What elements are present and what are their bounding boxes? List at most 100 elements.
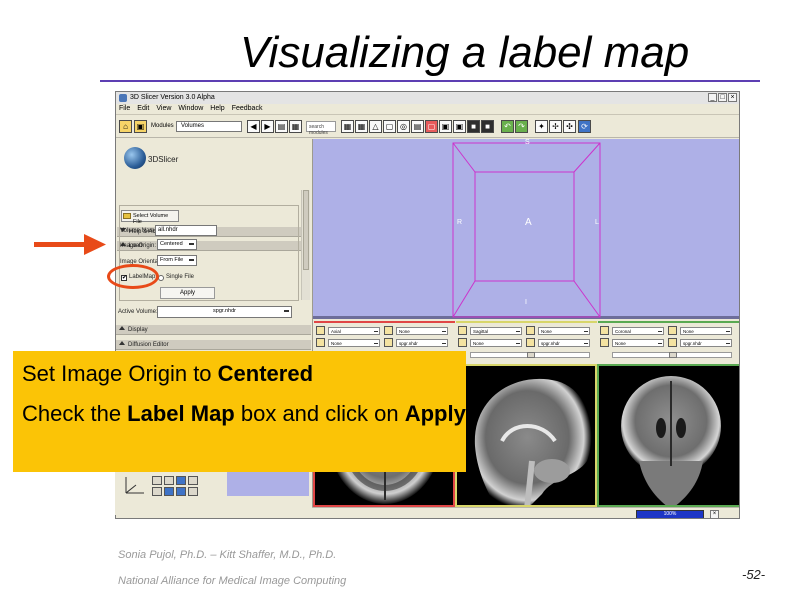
3d-view[interactable]: S R A L I [313, 139, 739, 319]
slice-visible-icon[interactable] [458, 338, 467, 347]
slice-view-sagittal[interactable] [455, 364, 597, 507]
search-modules-input[interactable]: search modules [306, 121, 336, 136]
mini-3d-thumbnail [227, 472, 309, 496]
bg-link-icon[interactable] [526, 338, 535, 347]
label-combo[interactable]: spgr.nhdr [396, 339, 448, 347]
view-icon[interactable] [164, 487, 174, 496]
view-icon[interactable] [176, 487, 186, 496]
slice-view-coronal[interactable] [597, 364, 739, 507]
volume-name-input[interactable]: all.nhdr [155, 225, 217, 236]
orientation-combo[interactable]: Sagittal [470, 327, 522, 335]
foreground-combo[interactable]: None [680, 327, 732, 335]
menu-edit[interactable]: Edit [137, 105, 149, 114]
undo-icon[interactable]: ↶ [501, 120, 514, 133]
layout-compare-icon[interactable]: ◎ [397, 120, 410, 133]
layout-red-icon[interactable]: ▤ [411, 120, 424, 133]
image-orientation-select[interactable]: From File [157, 255, 197, 266]
footer-organization: National Alliance for Medical Image Comp… [118, 575, 347, 587]
menu-feedback[interactable]: Feedback [232, 105, 263, 114]
slice-color-strip [314, 321, 455, 323]
instruction-line-2: Check the Label Map box and click on App… [22, 401, 466, 427]
view-icon[interactable] [188, 487, 198, 496]
orientation-combo[interactable]: Coronal [612, 327, 664, 335]
footer-authors: Sonia Pujol, Ph.D. – Kitt Shaffer, M.D.,… [118, 549, 337, 561]
modules-select[interactable]: Volumes [176, 121, 242, 132]
foreground-combo[interactable]: None [396, 327, 448, 335]
save-icon[interactable]: ▣ [134, 120, 147, 133]
menu-window[interactable]: Window [178, 105, 203, 114]
menu-file[interactable]: File [119, 105, 130, 114]
status-close-icon[interactable]: × [710, 510, 719, 518]
layout-tabbed-icon[interactable]: ■ [481, 120, 494, 133]
label-combo[interactable]: spgr.nhdr [538, 339, 590, 347]
scrollbar-thumb[interactable] [303, 190, 309, 270]
mouse-place-icon[interactable]: ✣ [563, 120, 576, 133]
modules-label: Modules [151, 123, 174, 129]
slice-color-strip [456, 321, 597, 323]
minimize-button[interactable]: _ [708, 93, 717, 102]
foreground-combo[interactable]: None [538, 327, 590, 335]
layout-3d-icon[interactable]: △ [369, 120, 382, 133]
label-combo[interactable]: spgr.nhdr [680, 339, 732, 347]
slice-offset-slider[interactable] [470, 352, 590, 358]
slice-pin-icon[interactable] [316, 326, 325, 335]
module-history-icon[interactable]: ▦ [289, 120, 302, 133]
sagittal-mri-image [474, 378, 592, 505]
page-number: -52- [742, 567, 766, 582]
layout-yellow-icon[interactable]: ▣ [439, 120, 452, 133]
module-list-icon[interactable]: ▤ [275, 120, 288, 133]
slice-pin-icon[interactable] [600, 326, 609, 335]
slice-visible-icon[interactable] [316, 338, 325, 347]
expand-triangle-icon [119, 341, 125, 345]
view-icon[interactable] [176, 476, 186, 485]
close-button[interactable]: × [728, 93, 737, 102]
active-volume-select[interactable]: spgr.nhdr [157, 306, 292, 318]
layout-fourup-icon[interactable]: ▦ [355, 120, 368, 133]
fg-link-icon[interactable] [526, 326, 535, 335]
layout-dark-icon[interactable]: ■ [467, 120, 480, 133]
progress-bar: 100% [636, 510, 704, 518]
forward-arrow-icon[interactable]: ▶ [261, 120, 274, 133]
slice-pin-icon[interactable] [458, 326, 467, 335]
orientation-combo[interactable]: Axial [328, 327, 380, 335]
panel-scrollbar[interactable] [301, 190, 310, 300]
back-arrow-icon[interactable]: ◀ [247, 120, 260, 133]
view-icon[interactable] [152, 487, 162, 496]
bg-link-icon[interactable] [668, 338, 677, 347]
background-combo[interactable]: None [470, 339, 522, 347]
slice-offset-slider[interactable] [612, 352, 732, 358]
fg-link-icon[interactable] [668, 326, 677, 335]
image-origin-select[interactable]: Centered [157, 239, 197, 250]
mouse-pick-icon[interactable]: ✦ [535, 120, 548, 133]
bg-link-icon[interactable] [384, 338, 393, 347]
orientation-axes-icon [125, 477, 144, 494]
layout-green-icon[interactable]: ▣ [453, 120, 466, 133]
home-icon[interactable]: ⌂ [119, 120, 132, 133]
fg-link-icon[interactable] [384, 326, 393, 335]
slicer-logo-icon [124, 147, 146, 169]
expand-triangle-icon [119, 326, 125, 330]
section-display[interactable]: Display [116, 325, 311, 335]
maximize-button[interactable]: □ [718, 93, 727, 102]
section-diffusion-editor[interactable]: Diffusion Editor [116, 340, 311, 350]
orientation-label-r: R [457, 219, 463, 226]
layout-onebyone-icon[interactable]: ▢ [383, 120, 396, 133]
menu-help[interactable]: Help [210, 105, 224, 114]
layout-conventional-icon[interactable]: ▦ [341, 120, 354, 133]
background-combo[interactable]: None [328, 339, 380, 347]
mouse-transform-icon[interactable]: ✢ [549, 120, 562, 133]
orientation-label-s: S [525, 139, 530, 146]
slice-visible-icon[interactable] [600, 338, 609, 347]
view-icon[interactable] [152, 476, 162, 485]
select-volume-file-button[interactable]: Select Volume File [121, 210, 179, 225]
red-arrow-icon [34, 234, 106, 255]
background-combo[interactable]: None [612, 339, 664, 347]
apply-button[interactable]: Apply [160, 287, 215, 299]
layout-red-slice-icon[interactable]: ▢ [425, 120, 438, 133]
redo-icon[interactable]: ↷ [515, 120, 528, 133]
view-icon[interactable] [164, 476, 174, 485]
view-icon[interactable] [188, 476, 198, 485]
orientation-label-l: L [595, 219, 599, 226]
refresh-icon[interactable]: ⟳ [578, 120, 591, 133]
menu-view[interactable]: View [156, 105, 171, 114]
